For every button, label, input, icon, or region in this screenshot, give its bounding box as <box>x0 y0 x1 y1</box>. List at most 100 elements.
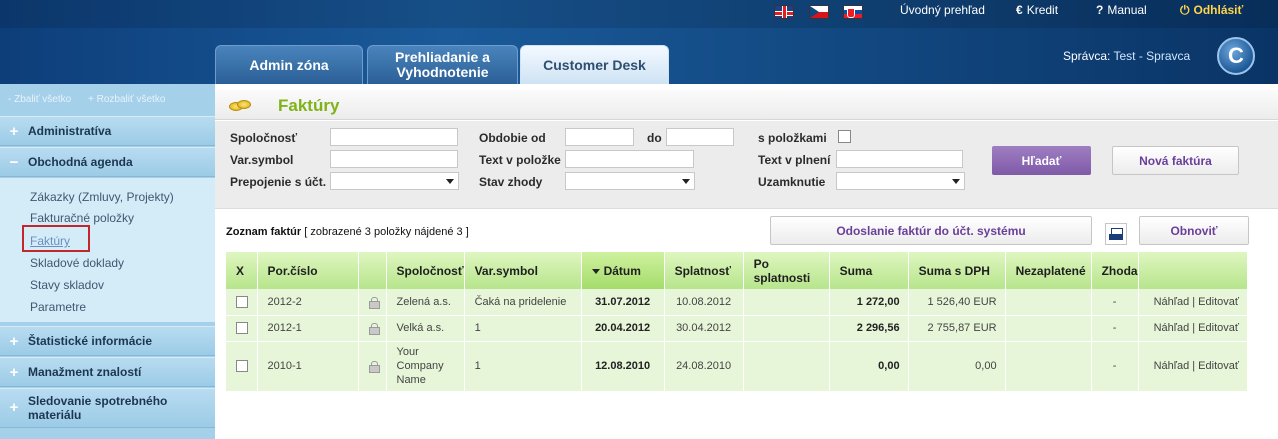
cell-overdue <box>743 315 830 342</box>
credit-label: Kredit <box>1026 3 1059 17</box>
manual-label: Manual <box>1107 3 1147 17</box>
fulfilment-input[interactable] <box>836 150 963 168</box>
tab-review[interactable]: Prehliadanie a Vyhodnotenie <box>367 45 518 84</box>
sidebar-item-fakturacne-polozky[interactable]: Fakturačné položky <box>30 211 134 225</box>
sidebar-section-manazment[interactable]: + Manažment znalostí <box>0 357 215 387</box>
link-label: Prepojenie s účt. <box>230 175 327 189</box>
admin-prefix: Správca: <box>1063 49 1111 63</box>
title-bar: Faktúry <box>215 90 1278 120</box>
col-date-label: Dátum <box>603 263 641 278</box>
sk-flag-icon[interactable] <box>843 5 863 19</box>
overview-link[interactable]: Úvodný prehľad <box>900 3 985 17</box>
en-flag-icon[interactable] <box>774 5 794 19</box>
sidebar-item-stavy-skladov[interactable]: Stavy skladov <box>30 278 104 292</box>
refresh-button[interactable]: Obnoviť <box>1139 216 1249 245</box>
print-icon[interactable] <box>1105 223 1127 245</box>
collapse-all-link[interactable]: - Zbaliť všetko <box>8 94 71 105</box>
col-sum-vat[interactable]: Suma s DPH <box>908 252 1006 289</box>
sidebar-item-zakazky[interactable]: Zákazky (Zmluvy, Projekty) <box>30 190 174 204</box>
cz-flag-icon[interactable] <box>809 5 829 19</box>
col-lock <box>358 252 387 289</box>
cell-date: 20.04.2012 <box>581 315 665 342</box>
coins-icon <box>229 100 253 112</box>
link-select[interactable] <box>330 172 459 190</box>
varsymbol-input[interactable] <box>330 150 458 168</box>
lock-icon <box>368 296 380 309</box>
cell-varsymbol: 1 <box>464 315 582 342</box>
credit-link[interactable]: € Kredit <box>1016 3 1058 17</box>
tab-customer-desk-label: Customer Desk <box>543 56 646 73</box>
item-text-label: Text v položke <box>479 153 561 167</box>
sidebar-item-faktury[interactable]: Faktúry <box>30 234 70 248</box>
sidebar-section-label: Administratíva <box>28 124 112 138</box>
period-to-input[interactable] <box>666 128 734 146</box>
col-overdue[interactable]: Po splatnosti <box>743 252 830 289</box>
top-header: Úvodný prehľad € Kredit ? Manual ⏻ Odhlásiť… <box>0 0 1278 84</box>
col-varsymbol[interactable]: Var.symbol <box>464 252 582 289</box>
col-select: X <box>226 252 258 289</box>
cell-number: 2010-1 <box>257 341 359 392</box>
col-match[interactable]: Zhoda <box>1091 252 1139 289</box>
sidebar-section-statisticke[interactable]: + Štatistické informácie <box>0 326 215 356</box>
sidebar-item-parametre[interactable]: Parametre <box>30 300 86 314</box>
col-number[interactable]: Por.číslo <box>257 252 359 289</box>
send-to-accounting-button[interactable]: Odoslanie faktúr do účt. systému <box>770 216 1092 245</box>
expand-all-link[interactable]: + Rozbaliť všetko <box>88 94 165 105</box>
admin-name[interactable]: Test - Spravca <box>1113 49 1190 63</box>
cell-company: Your Company Name <box>386 341 465 392</box>
cell-unpaid <box>1005 341 1092 392</box>
sidebar-section-administrativa[interactable]: + Administratíva <box>0 116 215 146</box>
lock-icon <box>368 323 380 336</box>
cell-actions[interactable]: Náhľad | Editovať <box>1138 341 1249 392</box>
cell-varsymbol: Čaká na pridelenie <box>464 289 582 316</box>
cell-match: - <box>1091 289 1139 316</box>
app-logo: C <box>1217 37 1255 75</box>
table-row: 2012-1 Velká a.s. 1 20.04.2012 30.04.201… <box>226 315 1249 342</box>
logout-link[interactable]: ⏻ Odhlásiť <box>1180 3 1243 17</box>
col-company[interactable]: Spoločnosť <box>386 252 465 289</box>
period-from-input[interactable] <box>565 128 634 146</box>
tab-customer-desk[interactable]: Customer Desk <box>520 45 669 84</box>
row-checkbox[interactable] <box>236 295 248 308</box>
cell-actions[interactable]: Náhľad | Editovať <box>1138 315 1249 342</box>
cell-sum: 0,00 <box>829 341 909 392</box>
sidebar: - Zbaliť všetko + Rozbaliť všetko + Admi… <box>0 84 215 439</box>
locked-select[interactable] <box>836 172 965 190</box>
admin-info: Správca: Test - Spravca <box>1063 49 1190 63</box>
expand-icon: + <box>9 122 19 140</box>
row-checkbox[interactable] <box>236 360 248 373</box>
col-date[interactable]: Dátum <box>581 252 665 289</box>
col-due[interactable]: Splatnosť <box>664 252 744 289</box>
col-unpaid[interactable]: Nezaplatené <box>1005 252 1092 289</box>
sidebar-section-obchodna-agenda[interactable]: − Obchodná agenda <box>0 147 215 177</box>
sidebar-section-sledovanie[interactable]: + Sledovanie spotrebného materiálu <box>0 388 215 428</box>
new-invoice-button[interactable]: Nová faktúra <box>1112 146 1239 175</box>
with-items-checkbox[interactable] <box>838 130 851 143</box>
company-input[interactable] <box>330 128 458 146</box>
match-select[interactable] <box>565 172 695 190</box>
col-sum[interactable]: Suma <box>829 252 909 289</box>
locked-label: Uzamknutie <box>758 175 826 189</box>
euro-icon: € <box>1016 3 1023 17</box>
cell-sum-vat: 2 755,87 EUR <box>908 315 1006 342</box>
lock-icon <box>368 361 380 374</box>
tab-admin-zone[interactable]: Admin zóna <box>215 45 363 84</box>
company-label: Spoločnosť <box>230 131 298 145</box>
cell-lock <box>358 341 387 392</box>
cell-unpaid <box>1005 315 1092 342</box>
tab-admin-zone-label: Admin zóna <box>249 56 329 73</box>
sidebar-section-label: Manažment znalostí <box>28 365 142 379</box>
send-button-label: Odoslanie faktúr do účt. systému <box>836 223 1026 238</box>
cell-due: 24.08.2010 <box>664 341 744 392</box>
new-invoice-button-label: Nová faktúra <box>1139 153 1212 168</box>
item-text-input[interactable] <box>565 150 694 168</box>
cell-actions[interactable]: Náhľad | Editovať <box>1138 289 1249 316</box>
tab-review-label: Prehliadanie a Vyhodnotenie <box>395 49 490 80</box>
row-checkbox[interactable] <box>236 322 248 335</box>
sidebar-item-skladove-doklady[interactable]: Skladové doklady <box>30 256 124 270</box>
manual-link[interactable]: ? Manual <box>1096 3 1147 17</box>
search-button[interactable]: Hľadať <box>992 146 1091 175</box>
cell-company: Velká a.s. <box>386 315 465 342</box>
expand-icon: + <box>9 399 19 416</box>
row-select <box>226 289 258 316</box>
